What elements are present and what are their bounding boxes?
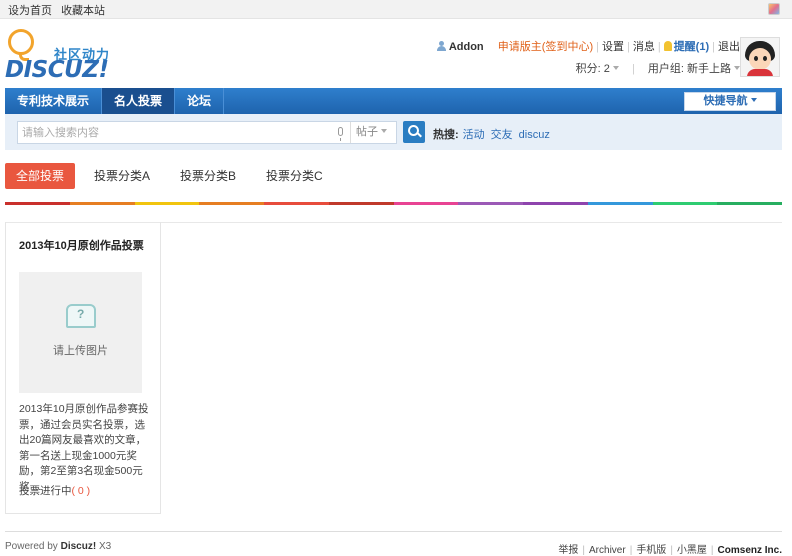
color-segment — [458, 202, 523, 205]
remind-link[interactable]: 提醒(1) — [674, 38, 709, 54]
apply-moderator-link[interactable]: 申请版主(签到中心) — [498, 38, 593, 54]
version-text: X3 — [98, 541, 112, 552]
tab-category-a[interactable]: 投票分类A — [83, 163, 161, 189]
color-segment — [199, 202, 264, 205]
set-homepage-link[interactable]: 设为首页 — [8, 5, 52, 17]
settings-link[interactable]: 设置 — [602, 38, 624, 54]
microphone-icon[interactable] — [338, 127, 343, 141]
points-menu[interactable]: 积分: 2 — [576, 60, 610, 76]
hot-link-activity[interactable]: 活动 — [463, 129, 485, 141]
color-segment — [523, 202, 588, 205]
vote-card-thumbnail[interactable]: 请上传图片 — [19, 272, 142, 393]
tab-all-votes[interactable]: 全部投票 — [5, 163, 76, 189]
powered-by-text: Powered by — [5, 541, 58, 552]
vote-card[interactable]: 2013年10月原创作品投票 请上传图片 2013年10月原创作品参赛投票，通过… — [5, 222, 161, 514]
footer-powered: Powered by Discuz! X3 — [5, 541, 111, 552]
company-link[interactable]: Comsenz Inc. — [718, 545, 782, 556]
upload-image-text: 请上传图片 — [53, 344, 108, 357]
tab-category-b[interactable]: 投票分类B — [169, 163, 247, 189]
hot-searches: 热搜: 活动 交友 discuz — [433, 126, 556, 142]
color-segment — [264, 202, 329, 205]
quick-nav-button[interactable]: 快捷导航 — [684, 92, 776, 111]
username-link[interactable]: Addon — [449, 41, 484, 53]
header: 社区动力 DISCUZ! Addon 申请版主(签到中心) | 设置 | 消息 | 提醒(1… — [0, 19, 792, 87]
color-segment — [393, 202, 459, 205]
bookmark-link[interactable]: 收藏本站 — [61, 5, 105, 17]
bulb-icon — [8, 29, 34, 55]
vote-card-title[interactable]: 2013年10月原创作品投票 — [19, 237, 144, 253]
color-segment — [717, 202, 782, 205]
hot-search-label: 热搜: — [433, 129, 459, 141]
color-segment — [652, 202, 718, 205]
theme-switch-icon[interactable] — [768, 3, 780, 15]
color-segment — [69, 202, 135, 205]
search-scope-label: 帖子 — [356, 126, 378, 138]
avatar[interactable] — [740, 37, 780, 77]
usergroup-menu[interactable]: 用户组: 新手上路 — [648, 60, 731, 76]
color-segment — [328, 202, 394, 205]
search-scope-select[interactable]: 帖子 — [350, 122, 396, 143]
vote-count: ( 0 ) — [71, 485, 91, 497]
logo-text: DISCUZ! — [5, 57, 109, 83]
tab-category-c[interactable]: 投票分类C — [255, 163, 334, 189]
chevron-down-icon — [750, 98, 757, 102]
footer-link-blacklist[interactable]: 小黑屋 — [677, 545, 707, 556]
main-nav: 专利技术展示 名人投票 论坛 快捷导航 — [5, 88, 782, 114]
top-links: 设为首页 收藏本站 — [8, 2, 111, 18]
nav-item-patent[interactable]: 专利技术展示 — [5, 88, 103, 114]
chevron-down-icon — [612, 66, 619, 70]
discuz-link[interactable]: Discuz! — [61, 541, 97, 552]
search-bar: 帖子 热搜: 活动交友 discuz — [5, 114, 782, 150]
color-divider — [5, 202, 782, 205]
quick-nav-label: 快捷导航 — [703, 95, 748, 107]
remind-icon — [663, 41, 672, 51]
nav-item-forum[interactable]: 论坛 — [175, 88, 225, 114]
color-segment — [134, 202, 200, 205]
search-button[interactable] — [403, 121, 425, 143]
footer-link-archiver[interactable]: Archiver — [589, 545, 626, 556]
messages-link[interactable]: 消息 — [633, 38, 655, 54]
user-icon — [436, 41, 446, 51]
logout-link[interactable]: 退出 — [718, 38, 740, 54]
vote-status-label: 投票进行中 — [19, 485, 72, 497]
site-logo[interactable]: 社区动力 DISCUZ! — [5, 27, 115, 89]
hot-link-discuz[interactable]: discuz — [519, 129, 550, 141]
color-segment — [587, 202, 653, 205]
chevron-down-icon — [381, 129, 387, 133]
vote-status: 投票进行中( 0 ) — [19, 483, 90, 498]
footer-link-mobile[interactable]: 手机版 — [636, 545, 666, 556]
top-bar: 设为首页 收藏本站 — [0, 0, 792, 19]
vote-category-tabs: 全部投票 投票分类A 投票分类B 投票分类C — [5, 163, 342, 189]
search-input[interactable] — [22, 125, 332, 140]
user-bar: Addon 申请版主(签到中心) | 设置 | 消息 | 提醒(1) | 退出 积分: 2 | … — [436, 38, 740, 76]
hot-link-friends[interactable]: 交友 — [491, 129, 513, 141]
footer-divider — [5, 531, 782, 532]
vote-card-description: 2013年10月原创作品参赛投票，通过会员实名投票，选出20篇网友最喜欢的文章，… — [19, 403, 149, 493]
footer-link-report[interactable]: 举报 — [558, 545, 578, 556]
nav-item-celebrity-vote[interactable]: 名人投票 — [102, 88, 176, 114]
image-placeholder-icon — [66, 304, 96, 328]
color-segment — [5, 202, 70, 205]
footer-links: 举报 | Archiver | 手机版 | 小黑屋 | Comsenz Inc. — [558, 545, 782, 556]
search-box: 帖子 — [17, 121, 397, 144]
